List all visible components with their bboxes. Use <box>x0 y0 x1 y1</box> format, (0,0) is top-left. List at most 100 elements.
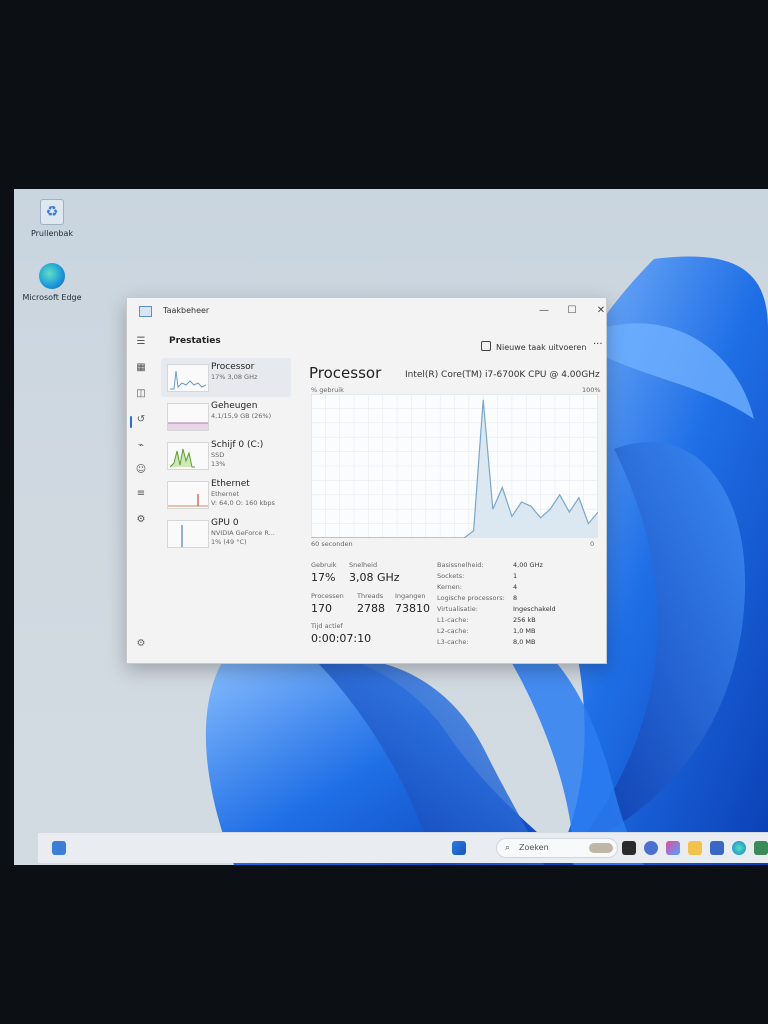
mail-icon[interactable] <box>710 841 724 855</box>
app-history-icon[interactable]: ↺ <box>135 414 147 426</box>
taskbar-search[interactable]: ⌕ Zoeken <box>496 838 618 858</box>
desktop-icon-label: Microsoft Edge <box>22 293 82 302</box>
nav-rail: ☰ ▦ ◫ ↺ ⌁ ☺ ≡ ⚙ <box>127 326 157 663</box>
more-options-button[interactable]: ··· <box>593 339 603 350</box>
device-name: Processor <box>211 362 255 372</box>
detail-title: Processor <box>309 364 382 382</box>
settings-gear-icon[interactable]: ⚙ <box>135 638 147 650</box>
device-name: Geheugen <box>211 401 258 411</box>
copilot-icon[interactable] <box>666 841 680 855</box>
close-button[interactable]: ✕ <box>590 302 606 320</box>
details-icon[interactable]: ≡ <box>135 488 147 500</box>
spec-label: Basissnelheid: <box>437 561 484 569</box>
device-name: GPU 0 <box>211 518 239 528</box>
cpu-usage-graph <box>311 394 598 538</box>
spec-label: L3-cache: <box>437 638 469 646</box>
speed-label: Snelheid <box>349 561 378 569</box>
spec-label: Sockets: <box>437 572 465 580</box>
minimize-button[interactable]: — <box>533 302 555 320</box>
window-title: Taakbeheer <box>163 306 210 315</box>
device-sub: NVIDIA GeForce R... 1% (49 °C) <box>211 529 275 547</box>
device-sub-line: SSD <box>211 451 225 459</box>
device-item-processor[interactable]: Processor 17% 3,08 GHz <box>161 358 291 397</box>
axis-label-time-span: 60 seconden <box>311 540 353 548</box>
device-name: Schijf 0 (C:) <box>211 440 264 450</box>
processes-value: 170 <box>311 602 332 615</box>
speed-value: 3,08 GHz <box>349 571 400 584</box>
services-icon[interactable]: ⚙ <box>135 514 147 526</box>
uptime-label: Tijd actief <box>311 622 343 630</box>
handles-value: 73810 <box>395 602 430 615</box>
device-sub-line: NVIDIA GeForce R... <box>211 529 275 537</box>
axis-label-max: 100% <box>582 386 601 394</box>
device-sub: Ethernet V: 64,0 O: 160 kbps <box>211 490 275 508</box>
edge-taskbar-icon[interactable] <box>732 841 746 855</box>
spec-value: 1,0 MB <box>513 627 536 635</box>
desktop-icon-recycle-bin[interactable]: ♻ Prullenbak <box>20 199 84 238</box>
nav-selected-indicator <box>130 416 132 428</box>
spec-label: Kernen: <box>437 583 462 591</box>
device-item-disk[interactable]: Schijf 0 (C:) SSD 13% <box>161 436 291 475</box>
run-new-task-button[interactable]: Nieuwe taak uitvoeren <box>481 341 586 352</box>
device-sub-line: 13% <box>211 460 226 468</box>
memory-thumbnail <box>167 403 209 431</box>
spec-value: 256 kB <box>513 616 536 624</box>
search-highlight-icon <box>589 843 613 853</box>
usage-value: 17% <box>311 571 336 584</box>
widgets-icon[interactable] <box>52 841 66 855</box>
desktop-icon-edge[interactable]: Microsoft Edge <box>20 263 84 302</box>
spec-value: 8 <box>513 594 518 602</box>
spec-value: 4 <box>513 583 518 591</box>
edge-icon <box>39 263 65 289</box>
device-sub-line: Ethernet <box>211 490 239 498</box>
spec-value: Ingeschakeld <box>513 605 556 613</box>
task-manager-window: Taakbeheer — ☐ ✕ ☰ ▦ ◫ ↺ ⌁ ☺ ≡ ⚙ ⚙ Prest… <box>126 297 607 664</box>
task-view-icon[interactable] <box>622 841 636 855</box>
device-name: Ethernet <box>211 479 250 489</box>
spec-label: Logische processors: <box>437 594 505 602</box>
threads-label: Threads <box>357 592 384 600</box>
search-icon: ⌕ <box>505 843 511 853</box>
start-icon[interactable] <box>452 841 466 855</box>
store-icon[interactable] <box>754 841 768 855</box>
run-task-label: Nieuwe taak uitvoeren <box>496 343 587 352</box>
spec-label: L2-cache: <box>437 627 469 635</box>
chat-icon[interactable] <box>644 841 658 855</box>
monitor-screen: ♻ Prullenbak Microsoft Edge Taakbeheer —… <box>14 189 768 865</box>
file-explorer-icon[interactable] <box>688 841 702 855</box>
device-sub: SSD 13% <box>211 451 225 469</box>
maximize-button[interactable]: ☐ <box>561 302 583 320</box>
handles-label: Ingangen <box>395 592 426 600</box>
device-item-gpu[interactable]: GPU 0 NVIDIA GeForce R... 1% (49 °C) <box>161 514 291 553</box>
run-task-icon <box>481 341 491 351</box>
title-bar[interactable]: Taakbeheer — ☐ ✕ <box>127 298 606 326</box>
usage-label: Gebruik <box>311 561 337 569</box>
spec-value: 8,0 MB <box>513 638 536 646</box>
threads-value: 2788 <box>357 602 385 615</box>
device-sub: 17% 3,08 GHz <box>211 373 258 381</box>
performance-icon[interactable]: ◫ <box>135 388 147 400</box>
gpu-thumbnail <box>167 520 209 548</box>
desktop-icon-label: Prullenbak <box>30 229 74 238</box>
users-icon[interactable]: ☺ <box>135 464 147 476</box>
device-item-memory[interactable]: Geheugen 4,1/15,9 GB (26%) <box>161 397 291 436</box>
device-sub-line: V: 64,0 O: 160 kbps <box>211 499 275 507</box>
processes-label: Processen <box>311 592 344 600</box>
ethernet-thumbnail <box>167 481 209 509</box>
hamburger-menu-icon[interactable]: ☰ <box>135 336 147 348</box>
axis-label-zero: 0 <box>590 540 595 548</box>
device-item-ethernet[interactable]: Ethernet Ethernet V: 64,0 O: 160 kbps <box>161 475 291 514</box>
processor-thumbnail <box>167 364 209 392</box>
processes-icon[interactable]: ▦ <box>135 362 147 374</box>
page-title: Prestaties <box>169 336 221 346</box>
taskbar: ⌕ Zoeken <box>38 832 768 863</box>
spec-label: Virtualisatie: <box>437 605 478 613</box>
spec-label: L1-cache: <box>437 616 469 624</box>
startup-apps-icon[interactable]: ⌁ <box>135 440 147 452</box>
cpu-model: Intel(R) Core(TM) i7-6700K CPU @ 4.00GHz <box>405 370 600 380</box>
device-sub: 4,1/15,9 GB (26%) <box>211 412 272 420</box>
spec-value: 4,00 GHz <box>513 561 543 569</box>
uptime-value: 0:00:07:10 <box>311 632 372 645</box>
recycle-bin-icon: ♻ <box>40 199 64 225</box>
spec-value: 1 <box>513 572 518 580</box>
